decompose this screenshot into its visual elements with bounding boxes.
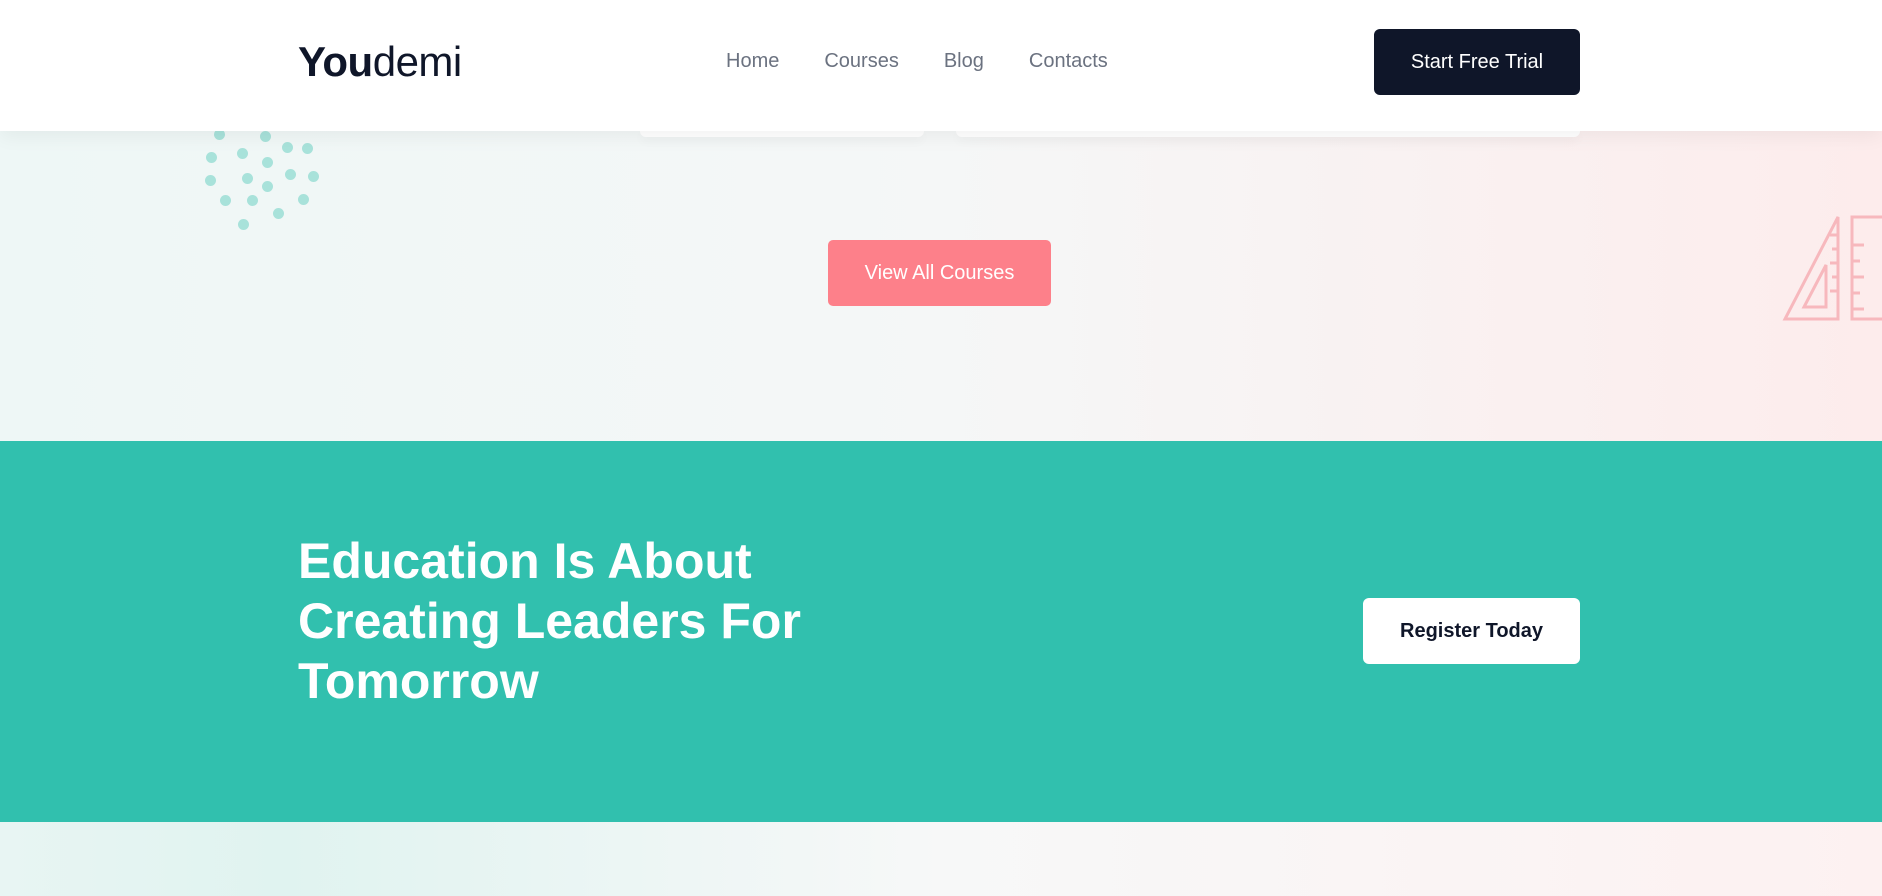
- nav-courses[interactable]: Courses: [824, 49, 898, 73]
- dots-pattern-icon: [200, 131, 330, 231]
- site-header: Youdemi Home Courses Blog Contacts Start…: [0, 0, 1882, 131]
- course-card-edge: [956, 131, 1580, 137]
- nav-home[interactable]: Home: [726, 49, 779, 73]
- nav-blog[interactable]: Blog: [944, 49, 984, 73]
- next-section: [0, 822, 1882, 896]
- main-nav: Home Courses Blog Contacts: [726, 49, 1108, 73]
- register-today-button[interactable]: Register Today: [1363, 598, 1580, 664]
- logo-bold-text: You: [298, 38, 373, 85]
- courses-section-footer: View All Courses: [0, 131, 1882, 441]
- course-card-edge: [640, 131, 924, 137]
- ruler-icon: [1782, 215, 1882, 321]
- logo-light-text: demi: [372, 38, 463, 85]
- logo[interactable]: Youdemi: [298, 38, 462, 86]
- cta-heading: Education Is About Creating Leaders For …: [298, 533, 801, 709]
- nav-contacts[interactable]: Contacts: [1029, 49, 1108, 73]
- view-all-courses-button[interactable]: View All Courses: [828, 240, 1051, 306]
- cta-banner: Education Is About Creating Leaders For …: [0, 441, 1882, 822]
- start-free-trial-button[interactable]: Start Free Trial: [1374, 29, 1580, 95]
